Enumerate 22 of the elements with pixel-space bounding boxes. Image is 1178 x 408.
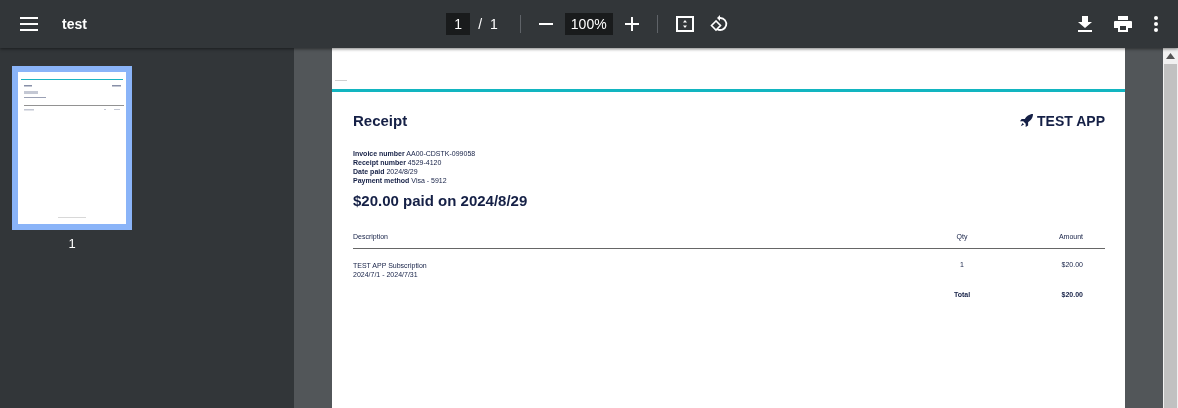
zoom-field[interactable]: 100%	[564, 13, 613, 35]
scroll-up-icon	[1166, 53, 1175, 59]
page-count: 1	[490, 16, 498, 32]
page-thumbnail[interactable]	[12, 66, 132, 230]
page-separator: /	[478, 16, 483, 32]
minus-icon	[538, 23, 553, 25]
page-thumbnail-label: 1	[68, 236, 76, 251]
more-options-icon	[1154, 16, 1158, 32]
scrollbar-thumb[interactable]	[1164, 64, 1177, 408]
menu-icon	[20, 17, 38, 31]
rotate-icon	[709, 15, 728, 33]
document-title: test	[62, 16, 87, 32]
brand-name: TEST APP	[1037, 112, 1105, 129]
plus-icon	[624, 17, 639, 31]
print-icon	[1114, 16, 1132, 32]
rocket-icon	[1020, 114, 1034, 127]
page-number-field[interactable]: 1	[446, 13, 471, 35]
fit-page-icon	[675, 16, 694, 32]
receipt-title: Receipt	[353, 112, 408, 129]
payment-headline: $20.00 paid on 2024/8/29	[353, 192, 529, 209]
download-icon	[1078, 16, 1092, 32]
scrollbar[interactable]	[1163, 48, 1178, 408]
